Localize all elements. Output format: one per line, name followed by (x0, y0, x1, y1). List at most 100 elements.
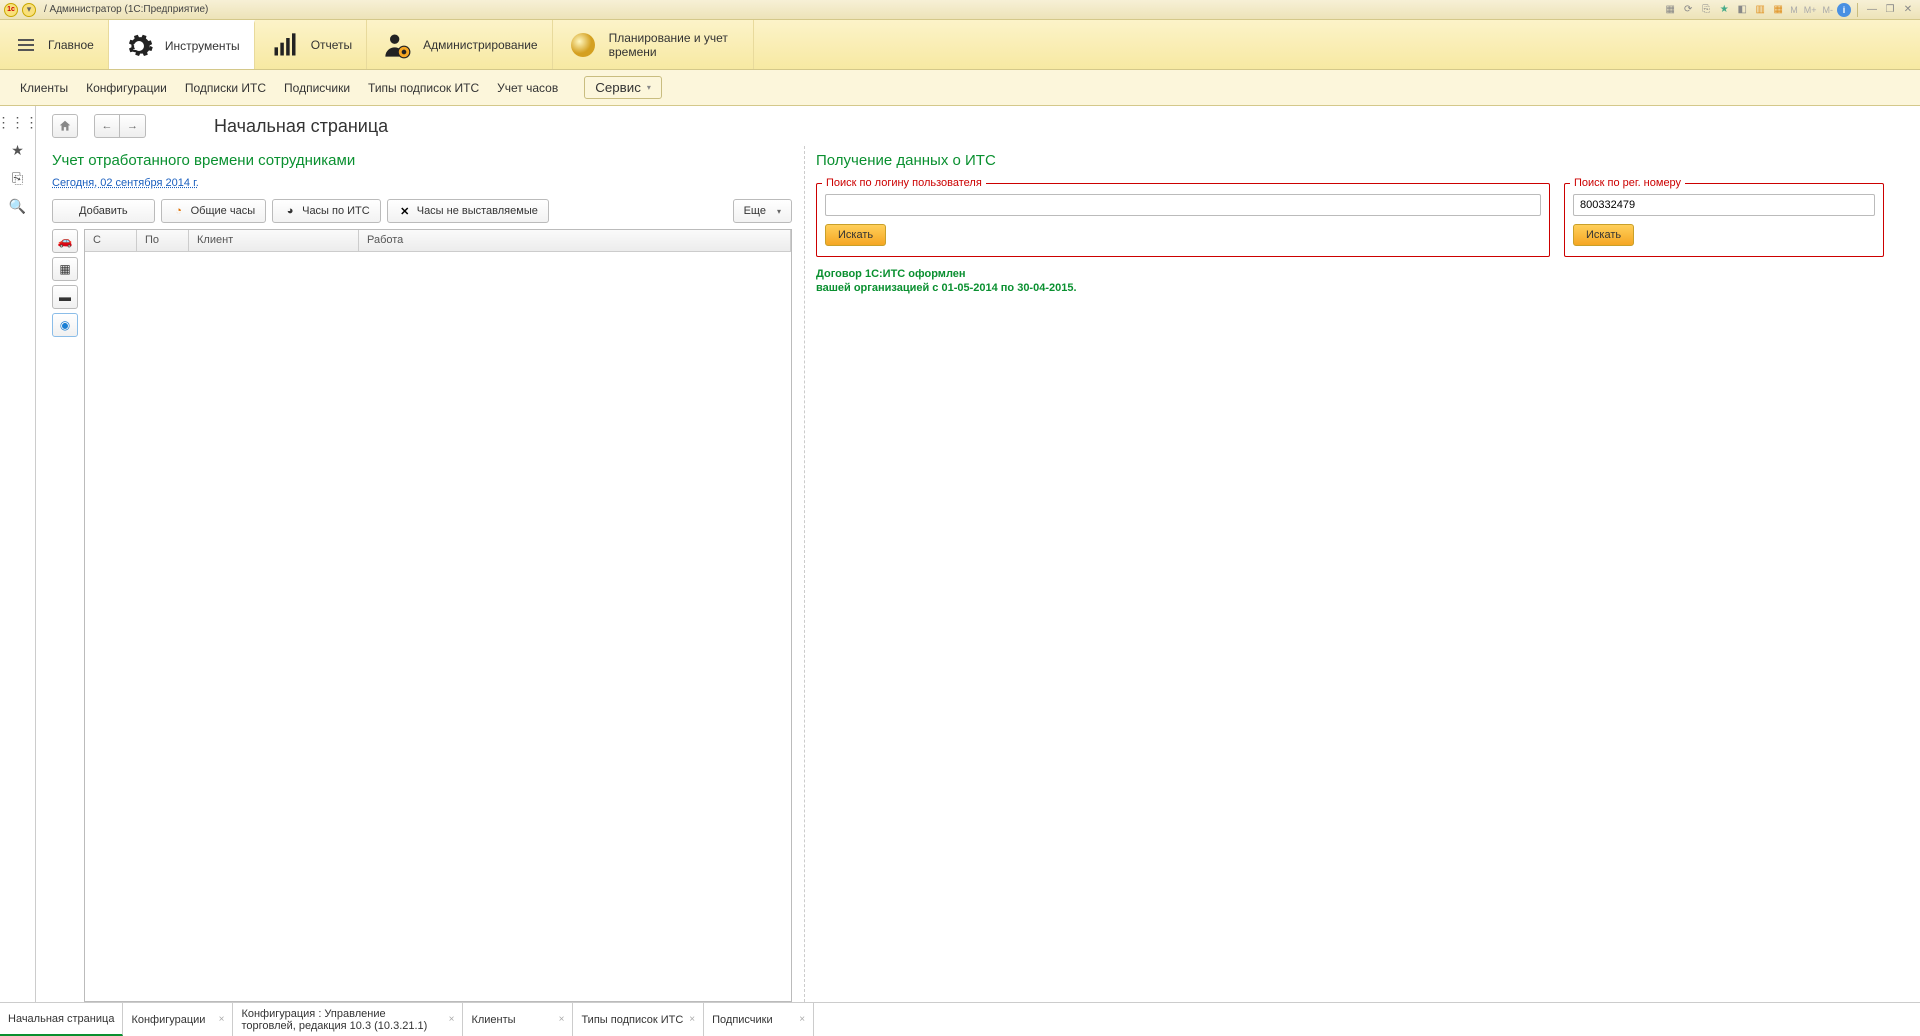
section-bar: Главное 1c Инструменты Отчеты Администри… (0, 20, 1920, 70)
tab-clients-label: Клиенты (471, 1014, 515, 1026)
calculator-icon[interactable]: ▥ (1752, 2, 1768, 18)
date-link[interactable]: Сегодня, 02 сентября 2014 г. (52, 177, 792, 189)
bars-icon (269, 29, 301, 61)
section-main[interactable]: Главное (0, 20, 109, 69)
memory-m-plus[interactable]: M+ (1802, 5, 1819, 15)
search-login-button-label: Искать (838, 229, 873, 241)
info-icon[interactable]: i (1837, 3, 1851, 17)
x-icon: ✕ (398, 204, 412, 218)
close-icon[interactable]: × (219, 1014, 225, 1025)
col-from[interactable]: С (85, 230, 137, 251)
bottom-tabs: Начальная страница Конфигурации × Конфигу… (0, 1002, 1920, 1036)
clock-orange-icon: ◔ (172, 204, 186, 218)
tb-icon-2[interactable]: ⟳ (1680, 2, 1696, 18)
section-planning[interactable]: Планирование и учет времени (553, 20, 754, 69)
dropdown-icon[interactable]: ▾ (22, 3, 36, 17)
right-panel-title: Получение данных о ИТС (816, 152, 1884, 169)
col-client[interactable]: Клиент (189, 230, 359, 251)
teamviewer-icon[interactable]: ◉ (52, 313, 78, 337)
calendar-icon[interactable]: ▦ (1770, 2, 1786, 18)
subnav-hours[interactable]: Учет часов (497, 81, 558, 95)
more-button-label: Еще (744, 205, 766, 217)
search-login-label: Поиск по логину пользователя (822, 177, 986, 189)
tb-icon-3[interactable]: ⎘ (1698, 2, 1714, 18)
col-work[interactable]: Работа (359, 230, 791, 251)
memory-m-minus[interactable]: M- (1821, 5, 1836, 15)
col-to[interactable]: По (137, 230, 189, 251)
section-admin-label: Администрирование (423, 38, 537, 52)
clock-dark-icon: ◕ (283, 204, 297, 218)
memory-m[interactable]: M (1788, 5, 1800, 15)
contract-line2: вашей организацией c 01-05-2014 по 30-04… (816, 281, 1884, 295)
clipboard-icon[interactable]: ⎘ (8, 168, 28, 188)
minimize-icon[interactable]: — (1864, 2, 1880, 18)
title-bar: 1c ▾ / Администратор (1С:Предприятие) ▦ … (0, 0, 1920, 20)
grid-body[interactable] (85, 252, 791, 1001)
subnav-service-button[interactable]: Сервис (584, 76, 662, 99)
section-planning-label: Планирование и учет времени (609, 31, 739, 59)
tab-clients[interactable]: Клиенты × (463, 1003, 573, 1036)
subnav-clients[interactable]: Клиенты (20, 81, 68, 95)
add-button[interactable]: Добавить (52, 199, 155, 223)
nonbillable-hours-button[interactable]: ✕ Часы не выставляемые (387, 199, 549, 223)
car-icon[interactable]: 🚗 (52, 229, 78, 253)
search-login-input[interactable] (825, 194, 1541, 216)
tb-icon-4[interactable]: ◧ (1734, 2, 1750, 18)
subnav-subscriptions-its[interactable]: Подписки ИТС (185, 81, 266, 95)
more-button[interactable]: Еще (733, 199, 792, 223)
search-login-button[interactable]: Искать (825, 224, 886, 246)
favorite-icon[interactable]: ★ (1716, 2, 1732, 18)
search-reg-input[interactable] (1573, 194, 1875, 216)
admin-icon (381, 29, 413, 61)
search-icon[interactable]: 🔍 (8, 196, 28, 216)
nav-forward-button[interactable]: → (120, 114, 146, 138)
apps-icon[interactable]: ⋮⋮⋮ (8, 112, 28, 132)
time-grid: С По Клиент Работа (84, 229, 792, 1002)
subnav-subscription-types[interactable]: Типы подписок ИТС (368, 81, 479, 95)
close-icon[interactable]: × (449, 1014, 455, 1025)
tab-subscription-types[interactable]: Типы подписок ИТС × (573, 1003, 704, 1036)
close-icon[interactable]: × (689, 1014, 695, 1025)
its-hours-label: Часы по ИТС (302, 205, 370, 217)
subnav-configs[interactable]: Конфигурации (86, 81, 167, 95)
nav-home-button[interactable] (52, 114, 78, 138)
search-reg-label: Поиск по рег. номеру (1570, 177, 1685, 189)
camera-icon[interactable]: ▬ (52, 285, 78, 309)
section-reports[interactable]: Отчеты (255, 20, 367, 69)
left-panel-title: Учет отработанного времени сотрудниками (52, 152, 792, 169)
section-tools[interactable]: 1c Инструменты (109, 20, 255, 69)
search-reg-button[interactable]: Искать (1573, 224, 1634, 246)
window-title: / Администратор (1С:Предприятие) (44, 4, 208, 15)
subnav-subscribers[interactable]: Подписчики (284, 81, 350, 95)
tab-start-page[interactable]: Начальная страница (0, 1003, 123, 1036)
sphere-icon (567, 29, 599, 61)
grid-icon[interactable]: ▦ (52, 257, 78, 281)
star-icon[interactable]: ★ (8, 140, 28, 160)
gear-icon: 1c (123, 30, 155, 62)
tab-configs-label: Конфигурации (131, 1014, 205, 1026)
close-icon[interactable]: × (559, 1014, 565, 1025)
svg-text:1c: 1c (133, 42, 143, 52)
tab-subscription-types-label: Типы подписок ИТС (581, 1014, 683, 1026)
close-icon[interactable]: ✕ (1900, 2, 1916, 18)
search-reg-button-label: Искать (1586, 229, 1621, 241)
tab-subscribers[interactable]: Подписчики× (704, 1003, 814, 1036)
tb-icon-1[interactable]: ▦ (1662, 2, 1678, 18)
common-hours-button[interactable]: ◔ Общие часы (161, 199, 266, 223)
maximize-icon[interactable]: ❐ (1882, 2, 1898, 18)
section-admin[interactable]: Администрирование (367, 20, 552, 69)
add-button-label: Добавить (79, 205, 128, 217)
nonbillable-hours-label: Часы не выставляемые (417, 205, 538, 217)
subnav: Клиенты Конфигурации Подписки ИТС Подпис… (0, 70, 1920, 106)
section-reports-label: Отчеты (311, 38, 352, 52)
contract-status: Договор 1С:ИТС оформлен вашей организаци… (816, 267, 1884, 295)
section-main-label: Главное (48, 38, 94, 52)
close-icon[interactable]: × (799, 1014, 805, 1025)
app-1c-icon: 1c (4, 3, 18, 17)
tab-config-trade[interactable]: Конфигурация : Управление торговлей, ред… (233, 1003, 463, 1036)
common-hours-label: Общие часы (191, 205, 255, 217)
page-title: Начальная страница (214, 116, 388, 137)
tab-configs[interactable]: Конфигурации × (123, 1003, 233, 1036)
its-hours-button[interactable]: ◕ Часы по ИТС (272, 199, 381, 223)
nav-back-button[interactable]: ← (94, 114, 120, 138)
